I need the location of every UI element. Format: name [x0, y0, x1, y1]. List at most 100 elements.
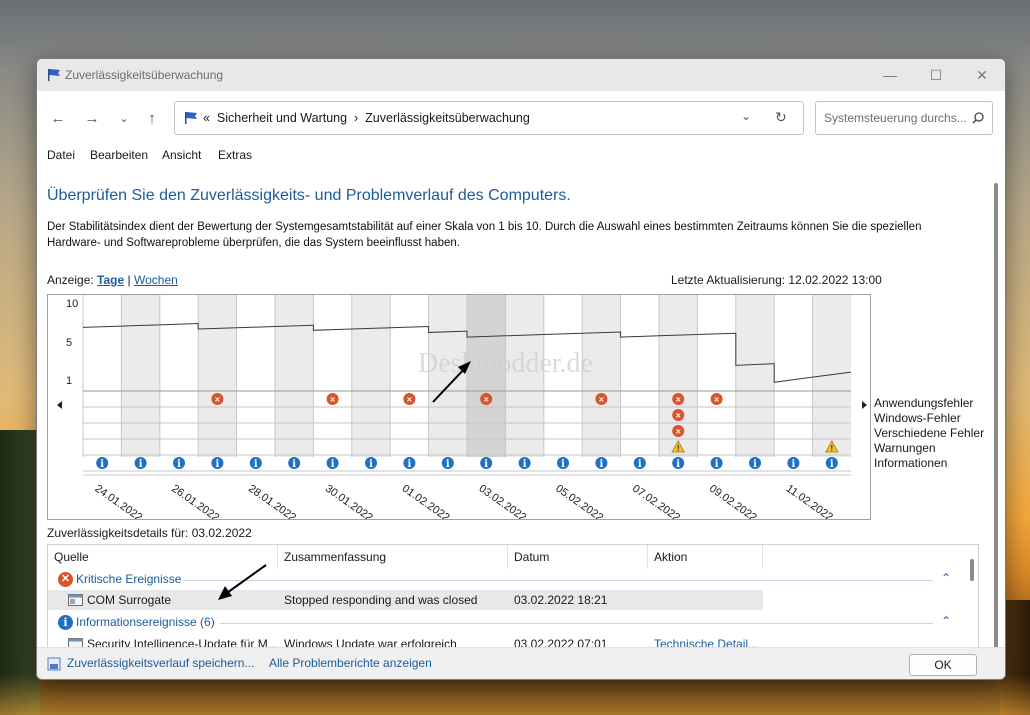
error-icon-glyph: ×	[676, 427, 681, 437]
footer-bar: Zuverlässigkeitsverlauf speichern... All…	[37, 647, 1005, 679]
search-box[interactable]: Systemsteuerung durchs...	[815, 101, 993, 135]
y-tick-label: 10	[66, 298, 78, 310]
scroll-left-icon[interactable]	[57, 401, 62, 409]
breadcrumb-overflow[interactable]: «	[203, 111, 210, 125]
column-header-summary[interactable]: Zusammenfassung	[278, 545, 508, 569]
all-reports-link[interactable]: Alle Problemberichte anzeigen	[269, 656, 432, 670]
error-icon-glyph: ×	[407, 395, 412, 405]
close-icon: ✕	[976, 66, 988, 83]
error-icon-glyph: ×	[215, 395, 220, 405]
annotation-arrow	[218, 564, 267, 600]
close-button[interactable]: ✕	[959, 59, 1005, 91]
reliability-monitor-window: Zuverlässigkeitsüberwachung — ☐ ✕ ← → ⌄ …	[36, 58, 1006, 680]
chevron-up-icon[interactable]: ⌃	[941, 571, 951, 585]
x-tick-label: 07.02.2022	[630, 483, 682, 519]
info-icon-glyph: i	[484, 459, 488, 470]
recent-locations-button[interactable]: ⌄	[113, 109, 135, 127]
info-icon-glyph: i	[638, 459, 642, 470]
x-tick-label: 11.02.2022	[784, 483, 835, 519]
table-scrollbar[interactable]	[970, 559, 974, 581]
x-tick-label: 28.01.2022	[246, 483, 298, 519]
view-selector: Anzeige: Tage | Wochen	[47, 273, 178, 287]
info-icon-glyph: i	[599, 459, 603, 470]
menu-ansicht[interactable]: Ansicht	[162, 148, 201, 162]
chart-column	[83, 295, 122, 457]
page-title: Überprüfen Sie den Zuverlässigkeits- und…	[47, 187, 571, 204]
legend-app-errors: Anwendungsfehler	[874, 396, 974, 410]
y-tick-label: 1	[66, 375, 72, 387]
save-icon	[47, 657, 61, 671]
save-history-link[interactable]: Zuverlässigkeitsverlauf speichern...	[67, 656, 254, 670]
view-weeks-link[interactable]: Wochen	[134, 273, 178, 287]
window-title: Zuverlässigkeitsüberwachung	[65, 68, 224, 82]
warning-icon-glyph: !	[677, 444, 680, 453]
x-tick-label: 26.01.2022	[169, 483, 221, 519]
x-tick-label: 09.02.2022	[707, 483, 759, 519]
table-row[interactable]: COM Surrogate Stopped responding and was…	[48, 590, 763, 610]
breadcrumb-item-reliability[interactable]: Zuverlässigkeitsüberwachung	[365, 111, 530, 125]
chart-column	[236, 295, 275, 457]
up-button[interactable]: ↑	[141, 109, 163, 127]
error-icon: ✕	[58, 572, 73, 587]
group-info-label[interactable]: Informationsereignisse (6)	[76, 615, 215, 629]
maximize-button[interactable]: ☐	[913, 59, 959, 91]
breadcrumb: « Sicherheit und Wartung › Zuverlässigke…	[203, 111, 530, 125]
info-icon-glyph: i	[830, 459, 834, 470]
chart-column	[313, 295, 352, 457]
error-icon-glyph: ×	[676, 411, 681, 421]
chart-column	[275, 295, 314, 457]
menu-datei[interactable]: Datei	[47, 148, 75, 162]
x-tick-label: 03.02.2022	[476, 483, 528, 519]
info-icon-glyph: i	[369, 459, 373, 470]
x-tick-label: 05.02.2022	[553, 483, 605, 519]
chevron-up-icon[interactable]: ⌃	[941, 614, 951, 628]
view-label: Anzeige:	[47, 273, 94, 287]
menu-extras[interactable]: Extras	[218, 148, 252, 162]
forward-arrow-icon: →	[84, 109, 100, 127]
maximize-icon: ☐	[929, 66, 943, 83]
title-bar: Zuverlässigkeitsüberwachung — ☐ ✕	[37, 59, 1005, 91]
address-dropdown-icon[interactable]: ⌄	[741, 109, 751, 123]
error-icon-glyph: ×	[599, 395, 604, 405]
group-critical-label[interactable]: Kritische Ereignisse	[76, 572, 181, 586]
ok-button[interactable]: OK	[909, 654, 977, 676]
main-content: Überprüfen Sie den Zuverlässigkeits- und…	[37, 169, 1005, 649]
menu-bearbeiten[interactable]: Bearbeiten	[90, 148, 148, 162]
group-critical-events[interactable]: ✕ Kritische Ereignisse ⌃	[48, 569, 978, 591]
minimize-button[interactable]: —	[867, 59, 913, 91]
legend-warnings: Warnungen	[874, 441, 936, 455]
desktop-background-glow	[0, 675, 1030, 715]
chart-column	[198, 295, 237, 457]
group-information-events[interactable]: i Informationsereignisse (6) ⌃	[48, 612, 978, 634]
warning-icon-glyph: !	[830, 444, 833, 453]
column-header-action[interactable]: Aktion	[648, 545, 763, 569]
details-table: Quelle Zusammenfassung Datum Aktion ^ ✕ …	[47, 544, 979, 649]
vertical-scrollbar[interactable]	[992, 177, 1000, 655]
legend-misc-errors: Verschiedene Fehler	[874, 426, 985, 440]
refresh-icon[interactable]: ↻	[775, 109, 787, 126]
group-divider	[220, 623, 933, 624]
search-icon[interactable]	[972, 112, 984, 124]
address-bar[interactable]: « Sicherheit und Wartung › Zuverlässigke…	[174, 101, 804, 135]
info-icon-glyph: i	[292, 459, 296, 470]
view-days-link[interactable]: Tage	[97, 273, 124, 287]
search-input[interactable]: Systemsteuerung durchs...	[824, 111, 967, 125]
up-arrow-icon: ↑	[148, 109, 156, 127]
chart-column	[735, 295, 775, 457]
forward-button[interactable]: →	[81, 109, 103, 127]
info-icon-glyph: i	[139, 459, 143, 470]
info-icon-glyph: i	[561, 459, 565, 470]
legend-information: Informationen	[874, 456, 948, 470]
info-icon-glyph: i	[715, 459, 719, 470]
scrollbar-thumb[interactable]	[994, 183, 998, 653]
back-button[interactable]: ←	[47, 109, 69, 127]
chart-column	[351, 295, 391, 457]
error-icon-glyph: ×	[714, 395, 719, 405]
application-icon	[68, 594, 83, 606]
x-tick-label: 01.02.2022	[400, 483, 452, 519]
scroll-right-icon[interactable]	[862, 401, 867, 409]
chevron-down-icon: ⌄	[119, 112, 129, 125]
info-icon-glyph: i	[215, 459, 219, 470]
y-tick-label: 5	[66, 337, 72, 349]
breadcrumb-item-security[interactable]: Sicherheit und Wartung	[217, 111, 347, 125]
